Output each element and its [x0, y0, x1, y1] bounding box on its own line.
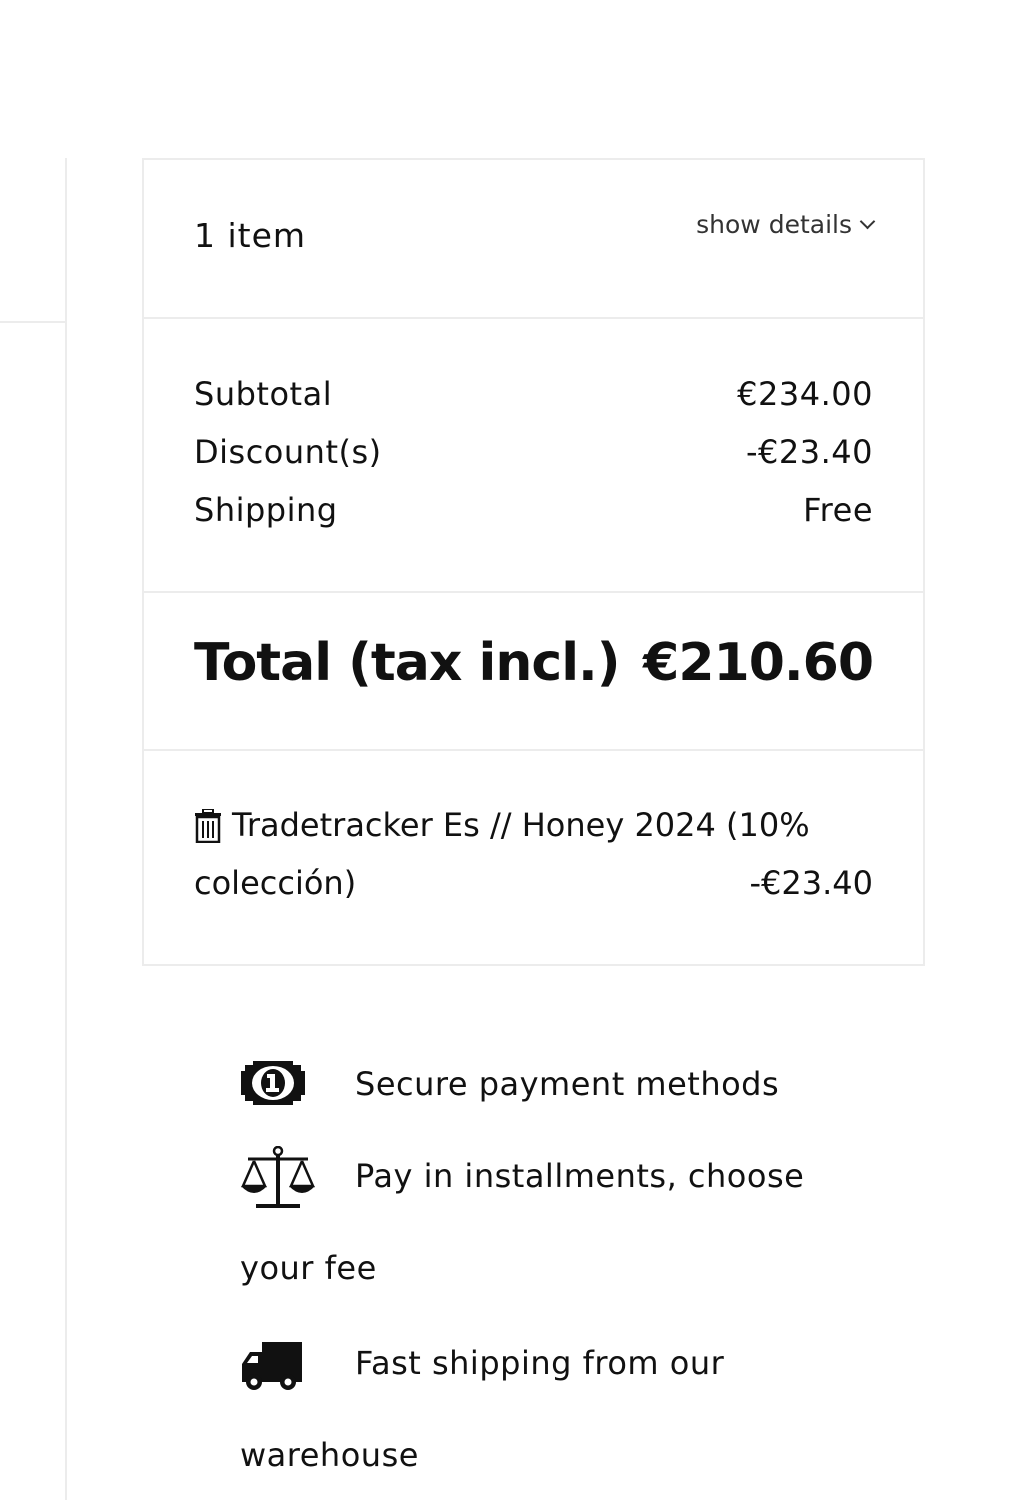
voucher-name-line1: Tradetracker Es // Honey 2024 (10%	[232, 806, 810, 844]
feature-installments-line1: Pay in installments, choose	[355, 1157, 805, 1195]
shipping-row: Shipping Free	[194, 491, 873, 529]
shipping-value: Free	[803, 491, 873, 529]
truck-icon	[240, 1340, 304, 1396]
total-label: Total (tax incl.)	[194, 633, 621, 693]
feature-installments-line2: your fee	[240, 1249, 377, 1287]
total-section: Total (tax incl.) €210.60	[144, 593, 923, 751]
chevron-down-icon	[859, 213, 876, 230]
feature-secure-payment: Secure payment methods	[355, 1065, 780, 1103]
feature-fast-shipping-line2: warehouse	[240, 1436, 419, 1474]
voucher-name-row: Tradetracker Es // Honey 2024 (10%	[194, 806, 810, 844]
order-summary-card: 1 item show details Subtotal €234.00 Dis…	[142, 158, 925, 966]
voucher-section: Tradetracker Es // Honey 2024 (10% colec…	[144, 751, 923, 966]
total-row: Total (tax incl.) €210.60	[194, 633, 874, 693]
trash-icon[interactable]	[194, 808, 222, 844]
discount-value: -€23.40	[745, 433, 873, 471]
voucher-amount-row: colección) -€23.40	[194, 864, 873, 902]
show-details-toggle[interactable]: show details	[696, 210, 876, 239]
voucher-amount: -€23.40	[749, 864, 873, 902]
subtotal-row: Subtotal €234.00	[194, 375, 873, 413]
subtotal-label: Subtotal	[194, 375, 333, 413]
feature-fast-shipping-line1: Fast shipping from our	[355, 1344, 725, 1382]
show-details-label: show details	[696, 210, 852, 239]
discount-label: Discount(s)	[194, 433, 382, 471]
voucher-name-line2: colección)	[194, 864, 357, 902]
left-panel-divider	[0, 321, 65, 323]
shipping-label: Shipping	[194, 491, 338, 529]
banknote-icon	[240, 1060, 306, 1110]
left-panel	[0, 158, 67, 1500]
summary-header: 1 item show details	[144, 160, 923, 319]
scales-icon	[240, 1145, 316, 1214]
total-value: €210.60	[643, 633, 874, 693]
item-count: 1 item	[194, 216, 307, 255]
summary-lines: Subtotal €234.00 Discount(s) -€23.40 Shi…	[144, 319, 923, 593]
discount-row: Discount(s) -€23.40	[194, 433, 873, 471]
subtotal-value: €234.00	[737, 375, 873, 413]
